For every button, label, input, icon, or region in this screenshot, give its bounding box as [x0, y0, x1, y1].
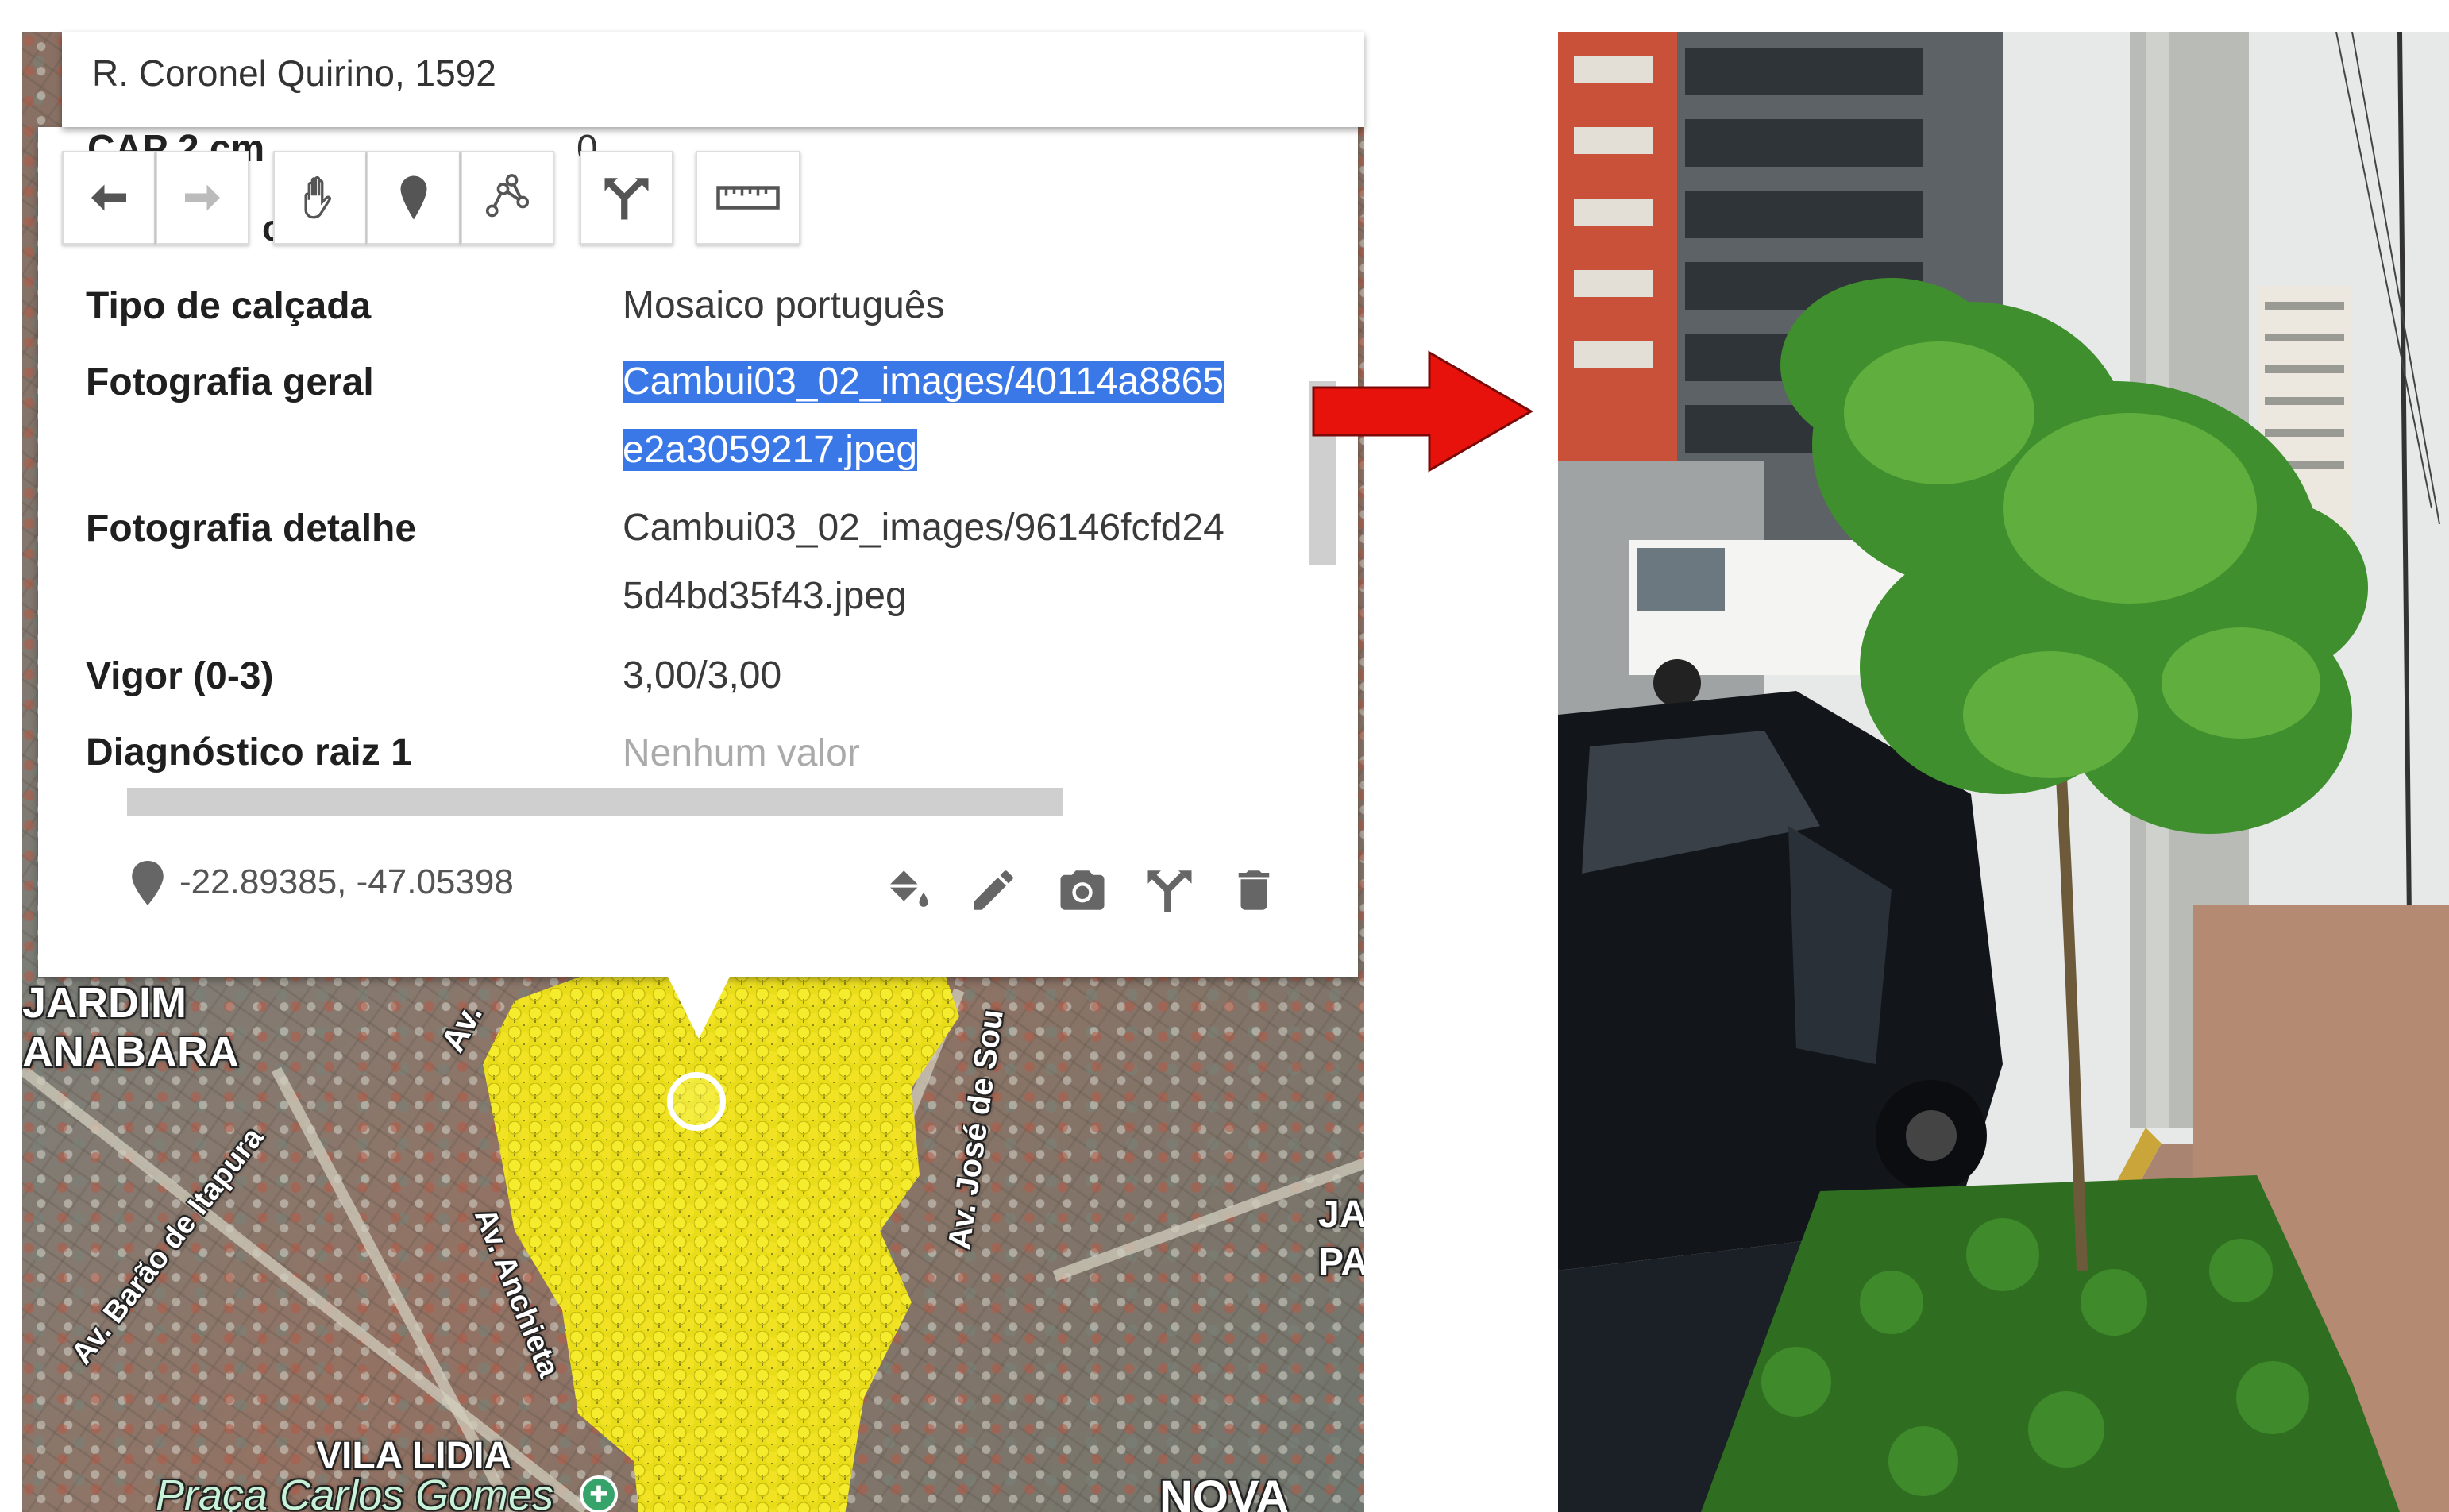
map-label-praca-carlos-gomes: Praça Carlos Gomes: [156, 1472, 554, 1512]
map-label-anabara: ANABARA: [22, 1028, 239, 1076]
map-label-pa: PA: [1318, 1241, 1364, 1283]
attr-label: Diagnóstico raiz 1: [86, 731, 412, 773]
attr-row-diagnostico-raiz: Diagnóstico raiz 1 Nenhum valor: [86, 731, 1309, 777]
directions-icon: [604, 178, 649, 220]
add-marker-button[interactable]: [367, 151, 461, 245]
ruler-icon: [716, 186, 780, 210]
location-pin-icon: [132, 861, 164, 905]
marker-icon: [400, 176, 427, 220]
directions-button[interactable]: [580, 151, 673, 245]
attr-label: Fotografia geral: [86, 361, 374, 403]
map-label-ja: JA: [1318, 1194, 1364, 1236]
measure-button[interactable]: [696, 151, 800, 245]
address-bar[interactable]: R. Coronel Quirino, 1592: [62, 32, 1364, 127]
camera-icon[interactable]: [1056, 864, 1109, 916]
attr-label: Fotografia detalhe: [86, 507, 417, 550]
horizontal-scrollbar[interactable]: [127, 788, 1063, 816]
park-icon: ✚: [580, 1475, 618, 1512]
value-line2: 5d4bd35f43.jpeg: [623, 575, 907, 617]
feature-info-popup: CAP 2 cm 0 c Tipo de calçada Mosaico por…: [38, 127, 1358, 977]
attr-value: 3,00/3,00: [623, 654, 782, 696]
attr-value: Mosaico português: [623, 284, 945, 326]
red-arrow-icon: [1312, 350, 1533, 472]
attr-value: Nenhum valor: [623, 732, 860, 774]
hand-icon: [304, 176, 332, 219]
selected-tree-marker[interactable]: [667, 1072, 726, 1131]
undo-button[interactable]: [62, 151, 156, 245]
attr-label: Vigor (0-3): [86, 655, 274, 697]
draw-line-button[interactable]: [461, 151, 554, 245]
directions-icon[interactable]: [1144, 864, 1196, 916]
attr-label: Tipo de calçada: [86, 285, 372, 327]
attr-value[interactable]: Cambui03_02_images/40114a8865 e2a3059217…: [623, 348, 1337, 484]
popup-pointer: [667, 975, 731, 1039]
pan-button[interactable]: [273, 151, 367, 245]
undo-icon: [91, 184, 126, 211]
redo-button[interactable]: [156, 151, 249, 245]
attr-value: Cambui03_02_images/96146fcfd24 5d4bd35f4…: [623, 494, 1337, 631]
value-line1: Cambui03_02_images/96146fcfd24: [623, 507, 1224, 549]
coordinates-text: -22.89385, -47.05398: [179, 862, 514, 901]
selected-text-line1[interactable]: Cambui03_02_images/40114a8865: [623, 361, 1224, 403]
map-label-nova: NOVA: [1159, 1472, 1290, 1512]
style-icon[interactable]: [880, 864, 932, 916]
polyline-icon: [485, 174, 530, 218]
edit-icon[interactable]: [967, 864, 1020, 916]
selected-text-line2[interactable]: e2a3059217.jpeg: [623, 429, 918, 471]
map-label-jardim: JARDIM: [22, 979, 187, 1027]
delete-icon[interactable]: [1228, 864, 1280, 916]
tree-marker-cluster[interactable]: [467, 969, 983, 1512]
redo-icon: [185, 184, 220, 211]
street-tree-photo: [1558, 32, 2449, 1512]
